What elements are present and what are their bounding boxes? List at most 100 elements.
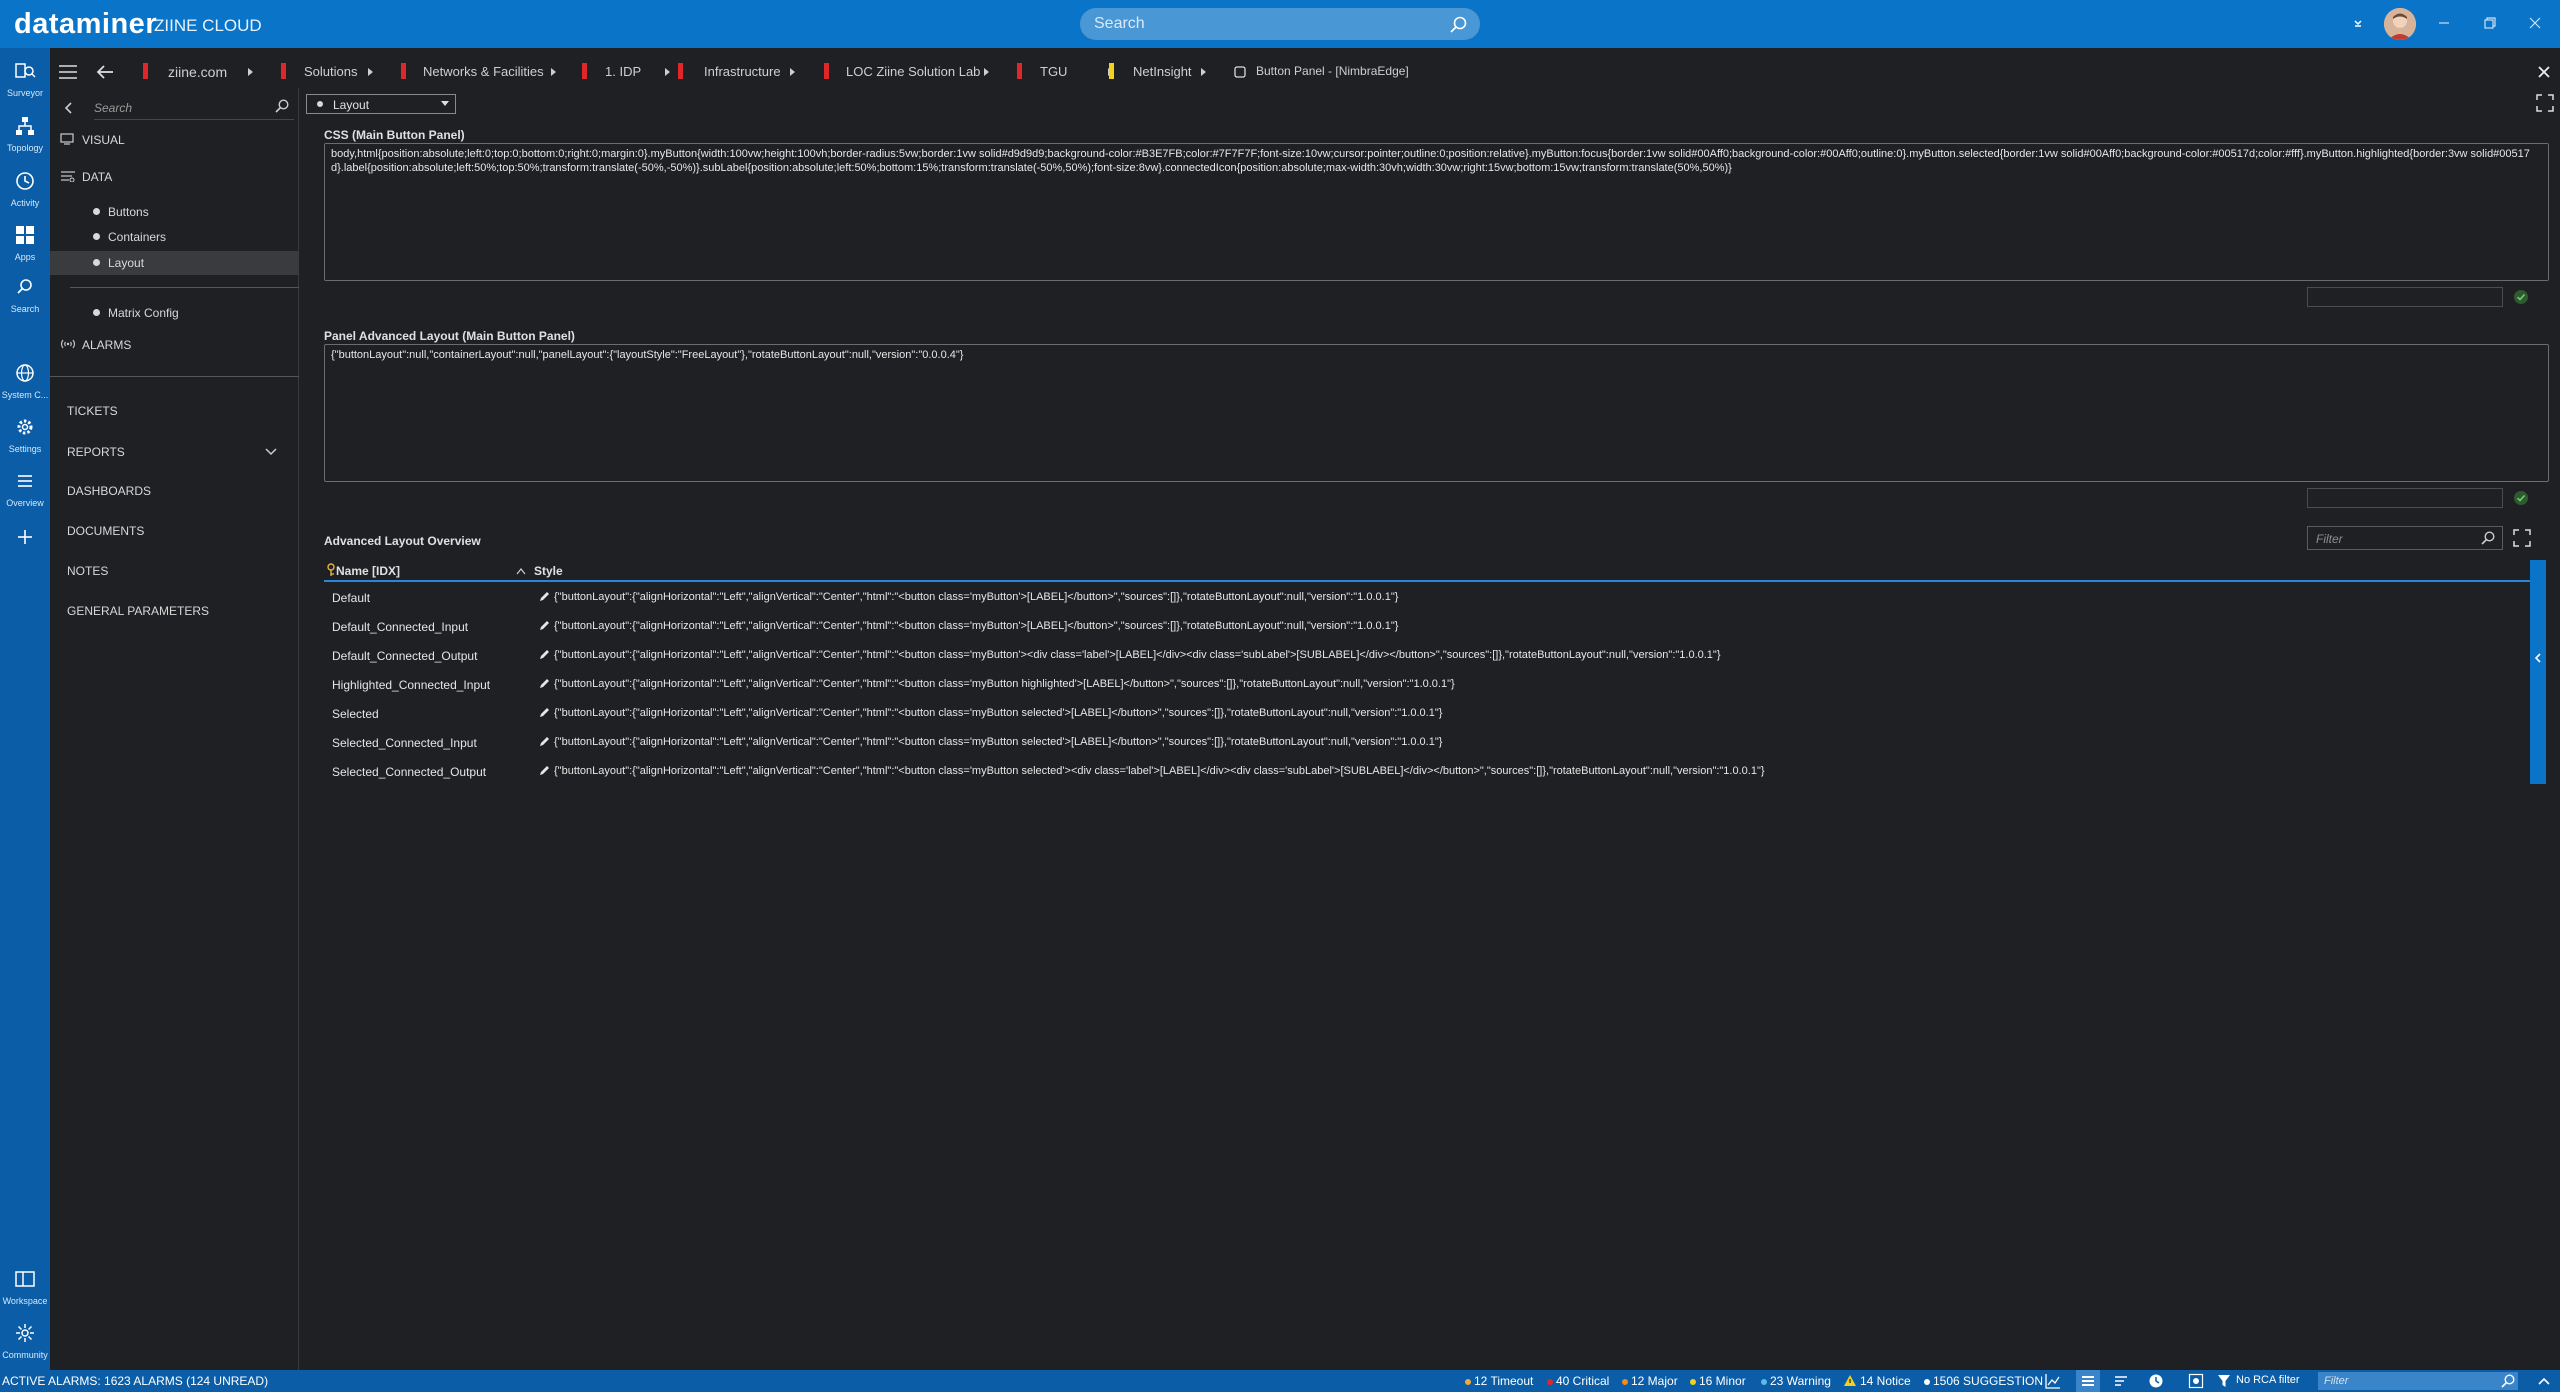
sidebar-item-visual[interactable]: VISUAL xyxy=(82,133,125,147)
check-icon[interactable] xyxy=(2513,289,2529,305)
crumb-separator[interactable] xyxy=(665,68,670,76)
crumb-tgu[interactable]: TGU xyxy=(1040,64,1067,79)
panel-layout-textarea[interactable]: {"buttonLayout":null,"containerLayout":n… xyxy=(324,344,2549,482)
column-header-name[interactable]: Name [IDX] xyxy=(336,564,400,578)
search-icon[interactable] xyxy=(2480,530,2496,546)
pencil-icon[interactable] xyxy=(538,736,550,748)
sidebar-item-matrix-config[interactable]: Matrix Config xyxy=(108,306,179,320)
rail-search[interactable]: Search xyxy=(0,270,50,322)
crumb-infrastructure[interactable]: Infrastructure xyxy=(704,64,781,79)
timeout-count[interactable]: 12 Timeout xyxy=(1474,1374,1533,1388)
sidebar-item-reports[interactable]: REPORTS xyxy=(67,445,125,459)
suggestion-count[interactable]: 1506 SUGGESTION xyxy=(1933,1374,2043,1388)
critical-count[interactable]: 40 Critical xyxy=(1556,1374,1609,1388)
overview-filter[interactable] xyxy=(2307,526,2503,550)
crumb-netinsight[interactable]: NetInsight xyxy=(1133,64,1192,79)
major-count[interactable]: 12 Major xyxy=(1631,1374,1678,1388)
pencil-icon[interactable] xyxy=(538,620,550,632)
crumb-loc-lab[interactable]: LOC Ziine Solution Lab xyxy=(846,64,980,79)
crumb-separator[interactable] xyxy=(1201,68,1206,76)
pencil-icon[interactable] xyxy=(538,678,550,690)
minimize-icon[interactable] xyxy=(2433,12,2455,34)
fullscreen-icon[interactable] xyxy=(2536,94,2554,112)
table-row[interactable]: Selected {"buttonLayout":{"alignHorizont… xyxy=(324,699,2536,728)
table-row[interactable]: Selected_Connected_Output {"buttonLayout… xyxy=(324,757,2536,786)
crumb-ziine[interactable]: ziine.com xyxy=(168,64,227,80)
restore-icon[interactable] xyxy=(2479,12,2501,34)
minor-count[interactable]: 16 Minor xyxy=(1699,1374,1746,1388)
avatar[interactable] xyxy=(2384,8,2416,40)
chevron-down-icon[interactable] xyxy=(264,445,278,457)
chevron-up-icon[interactable] xyxy=(2536,1374,2552,1388)
rail-settings[interactable]: Settings xyxy=(0,410,50,462)
search-icon[interactable] xyxy=(1448,15,1468,35)
check-icon[interactable] xyxy=(2513,490,2529,506)
close-icon[interactable] xyxy=(2536,64,2552,80)
rail-topology[interactable]: Topology xyxy=(0,109,50,161)
active-alarms-count[interactable]: ACTIVE ALARMS: 1623 ALARMS (124 UNREAD) xyxy=(2,1374,268,1388)
sidebar-item-alarms[interactable]: ALARMS xyxy=(82,338,131,352)
pencil-icon[interactable] xyxy=(538,765,550,777)
rail-system-center[interactable]: System C... xyxy=(0,356,50,408)
crumb-separator[interactable] xyxy=(368,68,373,76)
crumb-networks[interactable]: Networks & Facilities xyxy=(423,64,544,79)
chevron-down-icon[interactable] xyxy=(2347,12,2369,34)
sidebar-search[interactable] xyxy=(94,96,294,120)
sidebar-item-containers[interactable]: Containers xyxy=(108,230,166,244)
list-view-toggle[interactable] xyxy=(2076,1370,2100,1392)
column-header-style[interactable]: Style xyxy=(534,564,563,578)
pencil-icon[interactable] xyxy=(538,707,550,719)
sidebar-item-data[interactable]: DATA xyxy=(82,170,112,184)
rail-add[interactable] xyxy=(0,520,50,572)
sidebar-search-input[interactable] xyxy=(94,100,264,116)
hamburger-menu-icon[interactable] xyxy=(58,63,78,81)
crumb-separator[interactable] xyxy=(551,68,556,76)
table-row[interactable]: Selected_Connected_Input {"buttonLayout"… xyxy=(324,728,2536,757)
crumb-idp[interactable]: 1. IDP xyxy=(605,64,641,79)
funnel-icon[interactable] xyxy=(2217,1374,2231,1388)
rca-filter-label[interactable]: No RCA filter xyxy=(2236,1374,2300,1386)
search-icon[interactable] xyxy=(2500,1373,2516,1389)
sidebar-item-layout[interactable]: Layout xyxy=(108,256,144,270)
rail-overview[interactable]: Overview xyxy=(0,464,50,516)
rail-workspace[interactable]: Workspace xyxy=(0,1262,50,1314)
pencil-icon[interactable] xyxy=(538,591,550,603)
table-row[interactable]: Default {"buttonLayout":{"alignHorizonta… xyxy=(324,583,2536,612)
details-pane-toggle[interactable] xyxy=(2530,560,2546,784)
search-icon[interactable] xyxy=(274,98,290,114)
table-row[interactable]: Highlighted_Connected_Input {"buttonLayo… xyxy=(324,670,2536,699)
layout-dropdown[interactable]: Layout xyxy=(306,94,456,114)
app-logo[interactable]: dataminer xyxy=(14,8,157,41)
notice-count[interactable]: 14 Notice xyxy=(1860,1374,1911,1388)
table-row[interactable]: Default_Connected_Input {"buttonLayout":… xyxy=(324,612,2536,641)
crumb-separator[interactable] xyxy=(984,68,989,76)
css-textarea[interactable]: body,html{position:absolute;left:0;top:0… xyxy=(324,143,2549,281)
chart-icon[interactable] xyxy=(2045,1373,2061,1389)
global-search[interactable] xyxy=(1080,8,1480,40)
rail-activity[interactable]: Activity xyxy=(0,164,50,216)
sidebar-item-documents[interactable]: DOCUMENTS xyxy=(67,524,144,538)
sidebar-item-tickets[interactable]: TICKETS xyxy=(67,404,118,418)
close-window-icon[interactable] xyxy=(2524,12,2546,34)
fullscreen-icon[interactable] xyxy=(2513,529,2531,547)
collapse-chevron-icon[interactable] xyxy=(62,101,74,115)
sidebar-item-dashboards[interactable]: DASHBOARDS xyxy=(67,484,151,498)
crumb-solutions[interactable]: Solutions xyxy=(304,64,357,79)
back-arrow-icon[interactable] xyxy=(95,63,115,81)
css-aux-input[interactable] xyxy=(2307,287,2503,307)
rail-surveyor[interactable]: Surveyor xyxy=(0,54,50,106)
sidebar-item-buttons[interactable]: Buttons xyxy=(108,205,149,219)
sidebar-selected-row[interactable] xyxy=(50,251,299,275)
sort-up-icon[interactable] xyxy=(516,567,526,575)
status-filter-input[interactable] xyxy=(2324,1374,2494,1388)
clock-icon[interactable] xyxy=(2148,1373,2164,1389)
global-search-input[interactable] xyxy=(1094,13,1434,35)
sort-lines-icon[interactable] xyxy=(2113,1373,2129,1389)
sidebar-item-notes[interactable]: NOTES xyxy=(67,564,108,578)
crumb-separator[interactable] xyxy=(790,68,795,76)
panel-aux-input[interactable] xyxy=(2307,488,2503,508)
warning-count[interactable]: 23 Warning xyxy=(1770,1374,1831,1388)
rail-community[interactable]: Community xyxy=(0,1316,50,1368)
pencil-icon[interactable] xyxy=(538,649,550,661)
crumb-separator[interactable] xyxy=(248,68,253,76)
